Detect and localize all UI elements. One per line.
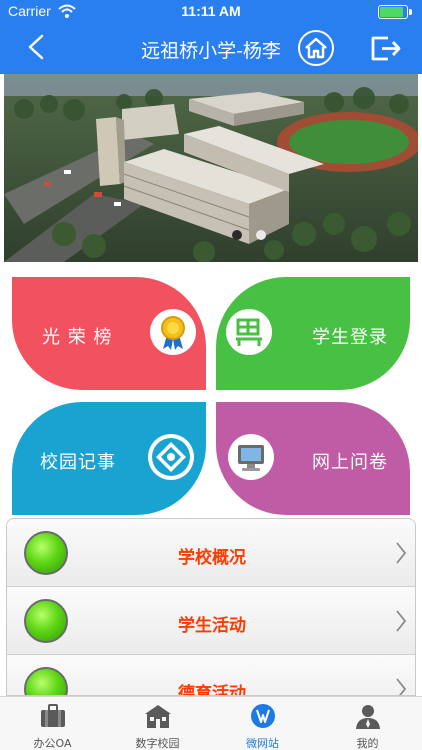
battery-icon: [378, 5, 414, 19]
user-profile-icon: [356, 705, 380, 729]
list-item-label: 学校概况: [178, 548, 246, 568]
header-bar: Carrier 11:11 AM 远祖桥小学-杨李: [0, 0, 422, 74]
tile-label: 校园记事: [40, 452, 116, 473]
campus-note-icon: [148, 434, 194, 480]
section-list: 学校概况 学生活动 德育活动: [6, 518, 416, 696]
campus-photo: [4, 74, 418, 262]
tile-label: 光 荣 榜: [42, 327, 113, 348]
home-icon: [305, 37, 327, 59]
tab-mine[interactable]: 我的: [315, 697, 420, 750]
computer-monitor-icon: [228, 434, 274, 480]
chevron-right-icon: [396, 610, 407, 632]
carousel-dot-1[interactable]: [232, 230, 242, 240]
student-desk-icon: [226, 309, 272, 355]
school-building-icon: [145, 705, 171, 728]
tab-digital-campus[interactable]: 数字校园: [105, 697, 210, 750]
website-globe-icon: [251, 704, 275, 728]
home-button[interactable]: [298, 30, 334, 66]
tab-micro-site[interactable]: 微网站: [210, 697, 315, 750]
tile-student-login[interactable]: 学生登录: [216, 277, 410, 390]
page-title: 远祖桥小学-杨李: [141, 40, 281, 62]
logout-icon[interactable]: [368, 32, 404, 64]
status-bar: Carrier 11:11 AM: [0, 0, 422, 24]
tile-online-survey[interactable]: 网上问卷: [216, 402, 410, 515]
tab-bar: 办公OA 数字校园 微网站 我的: [0, 696, 422, 750]
chevron-right-icon: [396, 542, 407, 564]
briefcase-icon: [41, 704, 65, 727]
list-item-student-activities[interactable]: 学生活动: [7, 587, 415, 655]
medal-icon: [150, 309, 196, 355]
app-screen: Carrier 11:11 AM 远祖桥小学-杨李 光 荣 榜 学生登录 校园记…: [0, 0, 422, 750]
tab-label: 办公OA: [33, 737, 72, 750]
battery-level: [380, 7, 403, 17]
tab-label: 微网站: [246, 737, 279, 750]
nav-bar: 远祖桥小学-杨李: [0, 24, 422, 74]
tile-label: 学生登录: [312, 327, 388, 348]
list-item-moral-education[interactable]: 德育活动: [7, 655, 415, 696]
tab-label: 数字校园: [135, 737, 180, 750]
list-item-label: 德育活动: [178, 684, 246, 696]
tile-campus-notes[interactable]: 校园记事: [12, 402, 206, 515]
status-time: 11:11 AM: [181, 3, 241, 19]
tab-office-oa[interactable]: 办公OA: [0, 697, 105, 750]
tile-honor-roll[interactable]: 光 荣 榜: [12, 277, 206, 390]
list-item-school-overview[interactable]: 学校概况: [7, 519, 415, 587]
banner-carousel[interactable]: [4, 74, 418, 262]
chevron-right-icon: [396, 678, 407, 695]
list-item-label: 学生活动: [178, 616, 246, 636]
tab-label: 我的: [356, 737, 379, 750]
tile-label: 网上问卷: [312, 452, 388, 473]
carousel-dot-2[interactable]: [256, 230, 266, 240]
